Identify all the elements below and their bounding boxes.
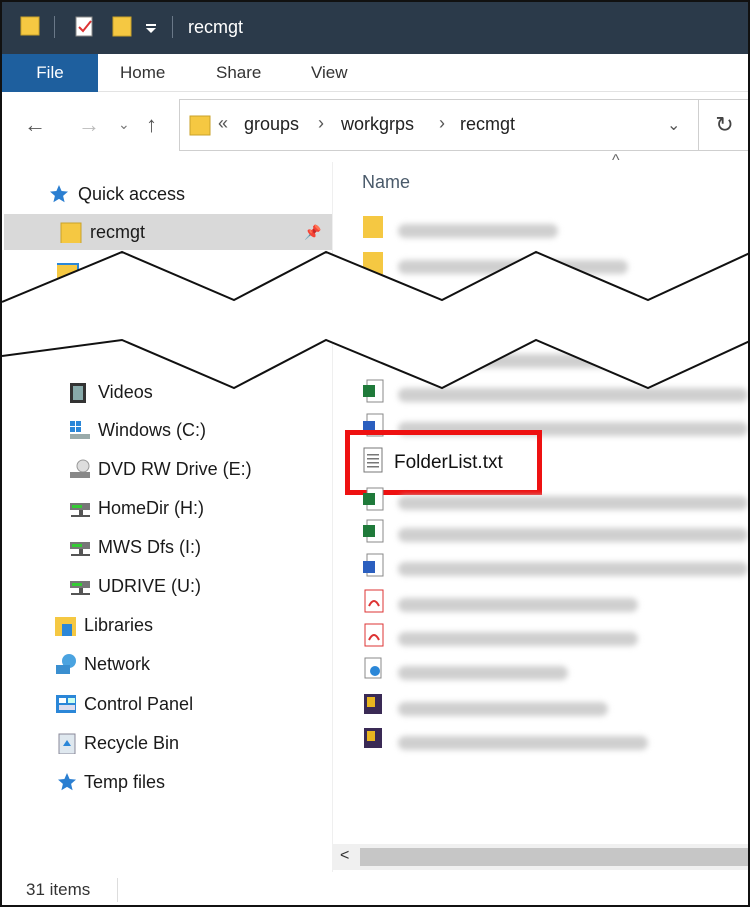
scroll-left-icon[interactable]: <	[340, 847, 349, 865]
breadcrumb-chevron-icon[interactable]: ›	[439, 113, 445, 134]
breadcrumb-overflow[interactable]: «	[218, 113, 228, 134]
customize-dropdown-icon[interactable]	[144, 14, 158, 38]
nav-item-control-panel[interactable]: Control Panel	[54, 686, 193, 722]
nav-item-temp-files[interactable]: Temp files	[54, 764, 165, 800]
nav-label: Control Panel	[84, 693, 194, 714]
file-row[interactable]	[362, 518, 748, 550]
network-icon	[56, 654, 76, 674]
media-file-icon	[364, 657, 382, 679]
nav-label: Libraries	[84, 614, 154, 635]
item-count: 31 items	[26, 880, 91, 899]
network-drive-icon	[70, 503, 90, 517]
explorer-window: recmgt File Home Share View ← → ⌄ ↑ « gr…	[0, 0, 750, 907]
nav-item-dvd-rw-drive[interactable]: DVD RW Drive (E:)	[68, 451, 252, 487]
file-row[interactable]	[362, 622, 748, 654]
window-title: recmgt	[188, 17, 244, 37]
nav-item-recmgt[interactable]: recmgt 📌	[4, 214, 332, 250]
tab-view[interactable]: View	[311, 54, 348, 92]
pdf-file-icon	[364, 623, 384, 647]
recycle-bin-icon	[58, 733, 76, 754]
pdf-file-icon	[364, 589, 384, 613]
file-row[interactable]	[362, 588, 748, 620]
shortcut-file-icon	[364, 728, 382, 748]
screenshot-break	[2, 250, 748, 390]
tab-home[interactable]: Home	[120, 54, 165, 92]
nav-label: DVD RW Drive (E:)	[98, 458, 252, 479]
nav-item-network[interactable]: Network	[54, 646, 150, 682]
title-bar: recmgt	[2, 2, 748, 54]
folder-icon	[189, 115, 211, 136]
file-row[interactable]	[362, 692, 748, 724]
word-file-icon	[363, 553, 384, 577]
drive-c-icon	[70, 421, 90, 439]
refresh-icon[interactable]: ↻	[698, 99, 748, 151]
file-row[interactable]	[362, 486, 748, 518]
nav-label: Quick access	[78, 183, 186, 204]
file-row[interactable]	[362, 726, 748, 758]
sort-caret-icon: ^	[612, 152, 620, 169]
tab-share[interactable]: Share	[216, 54, 261, 92]
nav-item-windows-c[interactable]: Windows (C:)	[68, 412, 206, 448]
excel-file-icon	[363, 519, 384, 543]
nav-label: Network	[84, 653, 151, 674]
folder-icon[interactable]	[20, 14, 40, 36]
breadcrumb-groups[interactable]: groups	[244, 114, 299, 135]
network-drive-icon	[70, 542, 90, 556]
nav-item-homedir[interactable]: HomeDir (H:)	[68, 490, 204, 526]
nav-label: Windows (C:)	[98, 419, 207, 440]
nav-item-libraries[interactable]: Libraries	[54, 607, 153, 643]
pin-icon[interactable]: 📌	[304, 224, 321, 241]
status-bar	[2, 872, 748, 905]
nav-label: UDRIVE (U:)	[98, 575, 201, 596]
nav-label: HomeDir (H:)	[98, 497, 204, 518]
forward-arrow-icon[interactable]: →	[78, 112, 100, 138]
nav-item-mws-dfs[interactable]: MWS Dfs (I:)	[68, 529, 201, 565]
nav-label: MWS Dfs (I:)	[98, 536, 201, 557]
shortcut-file-icon	[364, 694, 382, 714]
up-arrow-icon[interactable]: ↑	[146, 112, 157, 138]
separator	[54, 16, 55, 38]
breadcrumb-chevron-icon[interactable]: ›	[318, 113, 324, 134]
network-drive-icon	[70, 581, 90, 595]
recent-locations-chevron-icon[interactable]: ⌄	[118, 116, 130, 133]
star-pin-icon	[58, 773, 76, 791]
nav-label: Recycle Bin	[84, 732, 180, 753]
file-row[interactable]	[362, 214, 748, 246]
properties-icon[interactable]	[74, 14, 96, 38]
ribbon-tabs: File Home Share View	[2, 54, 748, 92]
breadcrumb-workgrps[interactable]: workgrps	[341, 114, 414, 135]
tab-file[interactable]: File	[2, 54, 98, 92]
nav-item-udrive[interactable]: UDRIVE (U:)	[68, 568, 201, 604]
breadcrumb-recmgt[interactable]: recmgt	[460, 114, 515, 135]
folder-icon	[60, 222, 82, 243]
separator	[172, 16, 173, 38]
address-dropdown-icon[interactable]: ⌄	[667, 115, 680, 135]
nav-item-recycle-bin[interactable]: Recycle Bin	[54, 725, 179, 761]
file-row[interactable]	[362, 656, 748, 688]
column-header-name[interactable]: Name	[362, 172, 410, 193]
control-panel-icon	[56, 695, 76, 713]
nav-quick-access[interactable]: Quick access	[48, 176, 185, 212]
scrollbar-thumb[interactable]	[360, 848, 748, 866]
excel-file-icon	[363, 487, 384, 511]
folder-icon	[363, 216, 383, 238]
libraries-icon	[55, 617, 76, 636]
back-arrow-icon[interactable]: ←	[24, 112, 46, 138]
file-row[interactable]	[362, 552, 748, 584]
star-icon	[50, 185, 68, 203]
nav-label: recmgt	[90, 221, 146, 242]
separator	[117, 878, 118, 902]
nav-label: Temp files	[84, 771, 166, 792]
dvd-drive-icon	[70, 459, 90, 478]
new-folder-icon[interactable]	[112, 14, 132, 38]
